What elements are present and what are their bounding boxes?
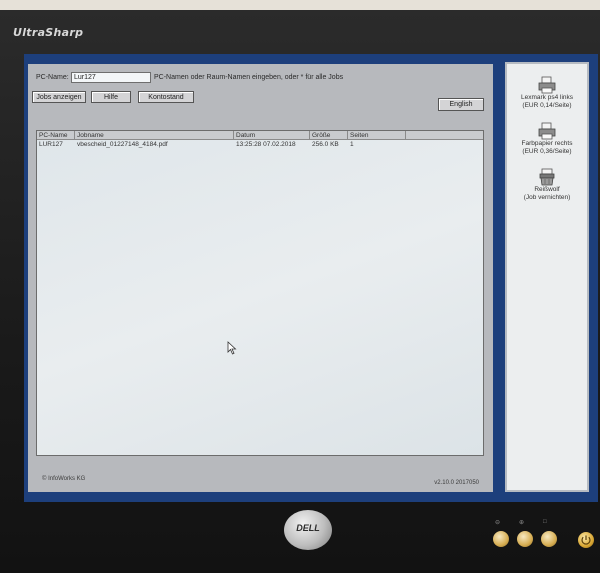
printer-color-item[interactable]: Farbpapier rechts (EUR 0,36/Seite) xyxy=(507,122,587,156)
help-button[interactable]: Hilfe xyxy=(91,91,131,103)
printer-icon xyxy=(538,122,556,140)
printer-icon xyxy=(538,76,556,94)
shredder-label: Reißwolf xyxy=(534,186,560,193)
monitor-plus-button[interactable] xyxy=(517,531,533,547)
column-header[interactable]: Seiten xyxy=(348,131,406,140)
job-list[interactable]: PC-Name Jobname Datum Größe Seiten LUR12… xyxy=(36,130,484,456)
table-cell: 13:25:28 07.02.2018 xyxy=(236,141,296,148)
hw-button-label: ⊖ xyxy=(495,520,501,526)
logo-text: DELL xyxy=(296,523,320,533)
printer-name: Farbpapier rechts xyxy=(521,140,573,147)
language-button[interactable]: English xyxy=(438,98,484,111)
shredder-item[interactable]: Reißwolf (Job vernichten) xyxy=(507,168,587,202)
table-cell: 1 xyxy=(350,141,354,148)
screen: PC-Name: PC-Namen oder Raum-Namen eingeb… xyxy=(24,54,598,502)
pc-name-hint: PC-Namen oder Raum-Namen eingeben, oder … xyxy=(154,74,344,81)
table-cell: vbescheid_01227148_4184.pdf xyxy=(77,141,168,148)
column-header[interactable]: Datum xyxy=(234,131,310,140)
balance-button[interactable]: Kontostand xyxy=(138,91,194,103)
printer-name: Lexmark ps4 links xyxy=(520,94,574,101)
print-release-window: PC-Name: PC-Namen oder Raum-Namen eingeb… xyxy=(28,64,493,492)
hw-button-label: □ xyxy=(543,519,547,525)
pc-name-label: PC-Name: xyxy=(36,74,69,81)
monitor-menu-button[interactable] xyxy=(541,531,557,547)
monitor-brand: UltraSharp xyxy=(13,26,84,39)
pc-name-input[interactable] xyxy=(71,72,151,83)
hw-button-label: ⊕ xyxy=(519,520,525,526)
dell-logo: DELL xyxy=(284,510,332,550)
mouse-cursor-icon xyxy=(227,341,237,355)
power-button[interactable] xyxy=(578,532,594,548)
column-header[interactable]: PC-Name xyxy=(37,131,75,140)
job-list-header: PC-Name Jobname Datum Größe Seiten xyxy=(37,131,483,140)
show-jobs-button[interactable]: Jobs anzeigen xyxy=(32,91,86,103)
version-text: v2.10.0 2017050 xyxy=(434,480,479,486)
table-cell: 256.0 KB xyxy=(312,141,339,148)
printer-price: (EUR 0,36/Seite) xyxy=(522,148,572,155)
copyright-text: © InfoWorks KG xyxy=(42,476,86,482)
table-cell: LUR127 xyxy=(39,141,63,148)
shredder-description: (Job vernichten) xyxy=(523,194,571,201)
monitor-minus-button[interactable] xyxy=(493,531,509,547)
column-header[interactable]: Jobname xyxy=(75,131,234,140)
shredder-icon xyxy=(539,168,555,186)
printer-price: (EUR 0,14/Seite) xyxy=(522,102,572,109)
printer-lexmark-item[interactable]: Lexmark ps4 links (EUR 0,14/Seite) xyxy=(507,76,587,110)
printer-panel: Lexmark ps4 links (EUR 0,14/Seite) Farbp… xyxy=(505,62,589,492)
column-header[interactable]: Größe xyxy=(310,131,348,140)
power-icon xyxy=(581,535,591,545)
